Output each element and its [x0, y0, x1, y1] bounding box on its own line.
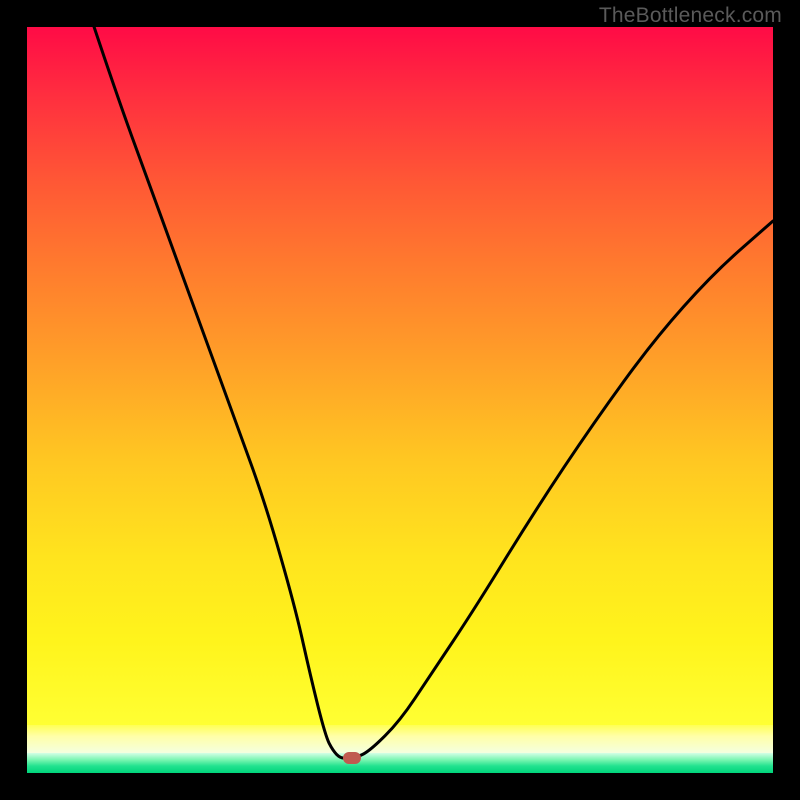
optimum-marker	[343, 752, 361, 764]
bottleneck-curve	[27, 27, 773, 773]
plot-area	[27, 27, 773, 773]
chart-frame: TheBottleneck.com	[0, 0, 800, 800]
watermark-text: TheBottleneck.com	[599, 4, 782, 28]
